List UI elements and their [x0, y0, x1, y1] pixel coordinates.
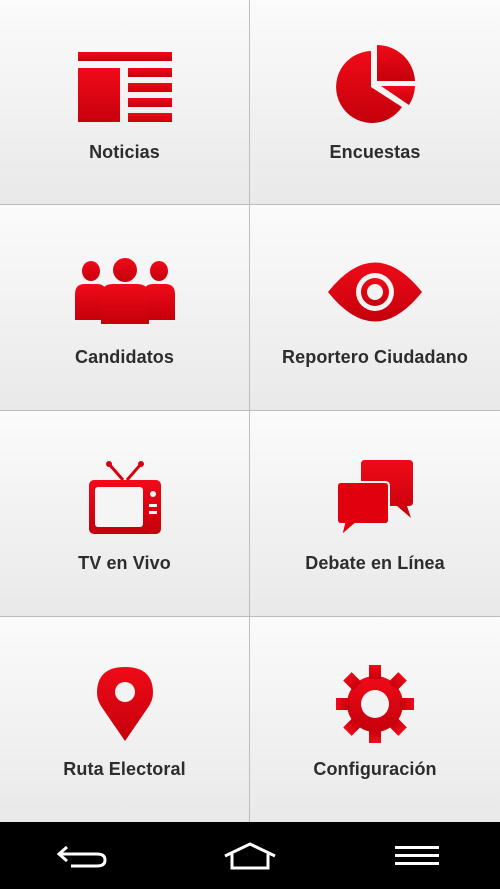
chat-bubbles-icon	[325, 453, 425, 543]
main-menu-grid: Noticias Encuestas Candidatos Reportero …	[0, 0, 500, 822]
tile-reportero-ciudadano[interactable]: Reportero Ciudadano	[250, 205, 500, 411]
tile-label: Candidatos	[74, 347, 174, 367]
back-button[interactable]	[43, 831, 123, 881]
location-pin-icon	[75, 659, 175, 749]
people-group-icon	[74, 247, 175, 337]
home-icon	[224, 841, 276, 869]
tile-label: Noticias	[89, 142, 160, 162]
tile-candidatos[interactable]: Candidatos	[0, 205, 250, 411]
tile-tv-en-vivo[interactable]: TV en Vivo	[0, 411, 250, 617]
tile-label: Reportero Ciudadano	[282, 347, 468, 367]
tile-label: Encuestas	[329, 142, 421, 162]
tile-configuracion[interactable]: Configuración	[250, 617, 500, 822]
tile-label: Configuración	[313, 759, 437, 779]
system-navigation-bar	[0, 822, 500, 889]
gear-icon	[325, 659, 425, 749]
tile-label: Ruta Electoral	[63, 759, 186, 779]
newspaper-icon	[75, 42, 175, 132]
tv-icon	[75, 453, 175, 543]
tile-debate-en-linea[interactable]: Debate en Línea	[250, 411, 500, 617]
tile-encuestas[interactable]: Encuestas	[250, 0, 500, 205]
pie-chart-icon	[325, 42, 425, 132]
tile-ruta-electoral[interactable]: Ruta Electoral	[0, 617, 250, 822]
tile-label: Debate en Línea	[305, 553, 445, 573]
back-icon	[57, 845, 107, 867]
menu-button[interactable]	[377, 831, 457, 881]
eye-icon	[325, 247, 425, 337]
home-button[interactable]	[210, 831, 290, 881]
tile-noticias[interactable]: Noticias	[0, 0, 250, 205]
tile-label: TV en Vivo	[78, 553, 171, 573]
menu-icon	[394, 845, 439, 865]
